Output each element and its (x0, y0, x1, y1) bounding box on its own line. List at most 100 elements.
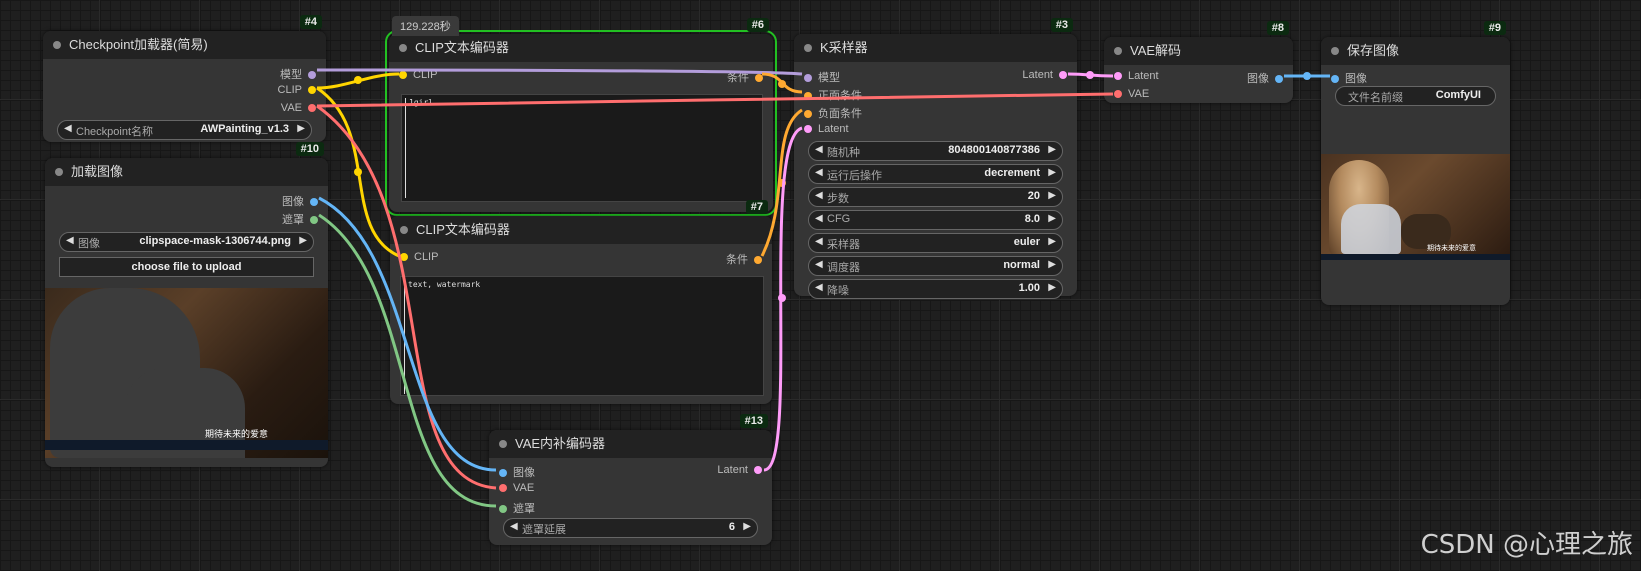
collapse-dot-icon[interactable] (53, 41, 61, 49)
output-slot-latent[interactable]: Latent (717, 464, 762, 476)
collapse-dot-icon[interactable] (499, 440, 507, 448)
widget-cfg[interactable]: ◀ CFG 8.0 ▶ (808, 210, 1063, 230)
slot-dot-icon[interactable] (308, 86, 316, 94)
input-slot-clip[interactable]: CLIP (399, 69, 437, 81)
node-title[interactable]: VAE内补编码器 (489, 430, 772, 458)
node-title[interactable]: 加载图像 (45, 158, 328, 186)
arrow-right-icon[interactable]: ▶ (1048, 167, 1056, 178)
arrow-right-icon[interactable]: ▶ (1048, 213, 1056, 224)
node-load-image[interactable]: #10 加载图像 图像 遮罩 ◀ 图像 clipspace-mask-1306744… (45, 142, 328, 467)
collapse-dot-icon[interactable] (1331, 47, 1339, 55)
slot-dot-icon[interactable] (310, 216, 318, 224)
slot-dot-icon[interactable] (308, 104, 316, 112)
node-checkpoint-loader[interactable]: #4 Checkpoint加载器(简易) 模型 CLIP VAE ◀ Checkp… (43, 15, 326, 142)
arrow-left-icon[interactable]: ◀ (815, 167, 823, 178)
arrow-left-icon[interactable]: ◀ (815, 236, 823, 247)
arrow-right-icon[interactable]: ▶ (743, 521, 751, 532)
node-title[interactable]: VAE解码 (1104, 37, 1293, 65)
arrow-right-icon[interactable]: ▶ (1048, 236, 1056, 247)
input-slot-latent[interactable]: Latent (1114, 70, 1159, 82)
node-title[interactable]: CLIP文本编码器 (390, 216, 772, 244)
output-slot-model[interactable]: 模型 (43, 63, 326, 81)
collapse-dot-icon[interactable] (1114, 47, 1122, 55)
collapse-dot-icon[interactable] (804, 44, 812, 52)
arrow-left-icon[interactable]: ◀ (815, 144, 823, 155)
arrow-left-icon[interactable]: ◀ (815, 282, 823, 293)
arrow-right-icon[interactable]: ▶ (297, 123, 305, 134)
slot-dot-icon[interactable] (499, 484, 507, 492)
slot-dot-icon[interactable] (399, 71, 407, 79)
collapse-dot-icon[interactable] (400, 226, 408, 234)
widget-filename-prefix[interactable]: 文件名前缀 ComfyUI (1335, 86, 1496, 106)
slot-dot-icon[interactable] (310, 198, 318, 206)
arrow-left-icon[interactable]: ◀ (815, 259, 823, 270)
input-slot-model[interactable]: 模型 (804, 69, 840, 85)
arrow-right-icon[interactable]: ▶ (1048, 259, 1056, 270)
widget-grow-mask[interactable]: ◀ 遮罩延展 6 ▶ (503, 518, 758, 538)
upload-button[interactable]: choose file to upload (59, 257, 314, 277)
slot-dot-icon[interactable] (804, 74, 812, 82)
prompt-textarea[interactable]: 1girl (401, 94, 763, 202)
slot-dot-icon[interactable] (1059, 71, 1067, 79)
slot-dot-icon[interactable] (804, 92, 812, 100)
output-slot-latent[interactable]: Latent (1022, 69, 1067, 81)
slot-dot-icon[interactable] (804, 125, 812, 133)
input-slot-image[interactable]: 图像 (1321, 67, 1510, 85)
slot-dot-icon[interactable] (1275, 75, 1283, 83)
collapse-dot-icon[interactable] (399, 44, 407, 52)
output-slot-conditioning[interactable]: 条件 (727, 69, 763, 85)
slot-dot-icon[interactable] (754, 256, 762, 264)
arrow-right-icon[interactable]: ▶ (1048, 282, 1056, 293)
widget-seed[interactable]: ◀ 随机种 804800140877386 ▶ (808, 141, 1063, 161)
slot-dot-icon[interactable] (1331, 75, 1339, 83)
output-slot-mask[interactable]: 遮罩 (45, 208, 328, 226)
input-slot-positive[interactable]: 正面条件 (794, 84, 1077, 102)
widget-image-file[interactable]: ◀ 图像 clipspace-mask-1306744.png ▶ (59, 232, 314, 252)
output-slot-clip[interactable]: CLIP (43, 81, 326, 99)
widget-ckpt-name[interactable]: ◀ Checkpoint名称 AWPainting_v1.3 ▶ (57, 120, 312, 140)
widget-scheduler[interactable]: ◀ 调度器 normal ▶ (808, 256, 1063, 276)
node-title[interactable]: Checkpoint加载器(简易) (43, 31, 326, 59)
node-save-image[interactable]: #9 保存图像 图像 文件名前缀 ComfyUI 期待未来的爱意 (1321, 21, 1510, 305)
arrow-left-icon[interactable]: ◀ (66, 235, 74, 246)
node-vae-decode[interactable]: #8 VAE解码 Latent 图像 VAE (1104, 21, 1293, 103)
input-slot-mask[interactable]: 遮罩 (489, 497, 772, 515)
slot-dot-icon[interactable] (754, 466, 762, 474)
slot-dot-icon[interactable] (499, 469, 507, 477)
node-clip-text-negative[interactable]: #7 CLIP文本编码器 CLIP 条件 text, watermark (390, 200, 772, 404)
output-slot-image[interactable]: 图像 (45, 190, 328, 208)
input-slot-negative[interactable]: 负面条件 (794, 102, 1077, 120)
widget-sampler[interactable]: ◀ 采样器 euler ▶ (808, 233, 1063, 253)
input-slot-image[interactable]: 图像 (499, 464, 535, 480)
slot-dot-icon[interactable] (499, 505, 507, 513)
arrow-left-icon[interactable]: ◀ (815, 190, 823, 201)
arrow-left-icon[interactable]: ◀ (64, 123, 72, 134)
input-slot-vae[interactable]: VAE (489, 479, 772, 497)
output-slot-vae[interactable]: VAE (43, 99, 326, 117)
node-title[interactable]: 保存图像 (1321, 37, 1510, 65)
arrow-left-icon[interactable]: ◀ (815, 213, 823, 224)
arrow-right-icon[interactable]: ▶ (299, 235, 307, 246)
node-title[interactable]: CLIP文本编码器 (389, 34, 773, 62)
node-ksampler[interactable]: #3 K采样器 模型 Latent 正面条件 负面条件 Latent ◀ 随机种 8… (794, 18, 1077, 299)
input-slot-latent[interactable]: Latent (794, 120, 1077, 138)
node-title[interactable]: K采样器 (794, 34, 1077, 62)
arrow-right-icon[interactable]: ▶ (1048, 190, 1056, 201)
node-vae-encode-inpaint[interactable]: #13 VAE内补编码器 图像 Latent VAE 遮罩 ◀ 遮罩延展 6 ▶ (489, 414, 772, 545)
widget-control-after-generate[interactable]: ◀ 运行后操作 decrement ▶ (808, 164, 1063, 184)
output-slot-conditioning[interactable]: 条件 (726, 251, 762, 267)
arrow-right-icon[interactable]: ▶ (1048, 144, 1056, 155)
slot-dot-icon[interactable] (755, 74, 763, 82)
slot-dot-icon[interactable] (804, 110, 812, 118)
output-slot-image[interactable]: 图像 (1247, 70, 1283, 86)
widget-steps[interactable]: ◀ 步数 20 ▶ (808, 187, 1063, 207)
prompt-textarea[interactable]: text, watermark (400, 276, 764, 396)
slot-dot-icon[interactable] (1114, 90, 1122, 98)
node-clip-text-positive[interactable]: #6 CLIP文本编码器 CLIP 条件 1girl (385, 18, 777, 216)
input-slot-vae[interactable]: VAE (1104, 85, 1293, 103)
collapse-dot-icon[interactable] (55, 168, 63, 176)
widget-denoise[interactable]: ◀ 降噪 1.00 ▶ (808, 279, 1063, 299)
slot-dot-icon[interactable] (400, 253, 408, 261)
input-slot-clip[interactable]: CLIP (400, 251, 438, 263)
slot-dot-icon[interactable] (1114, 72, 1122, 80)
